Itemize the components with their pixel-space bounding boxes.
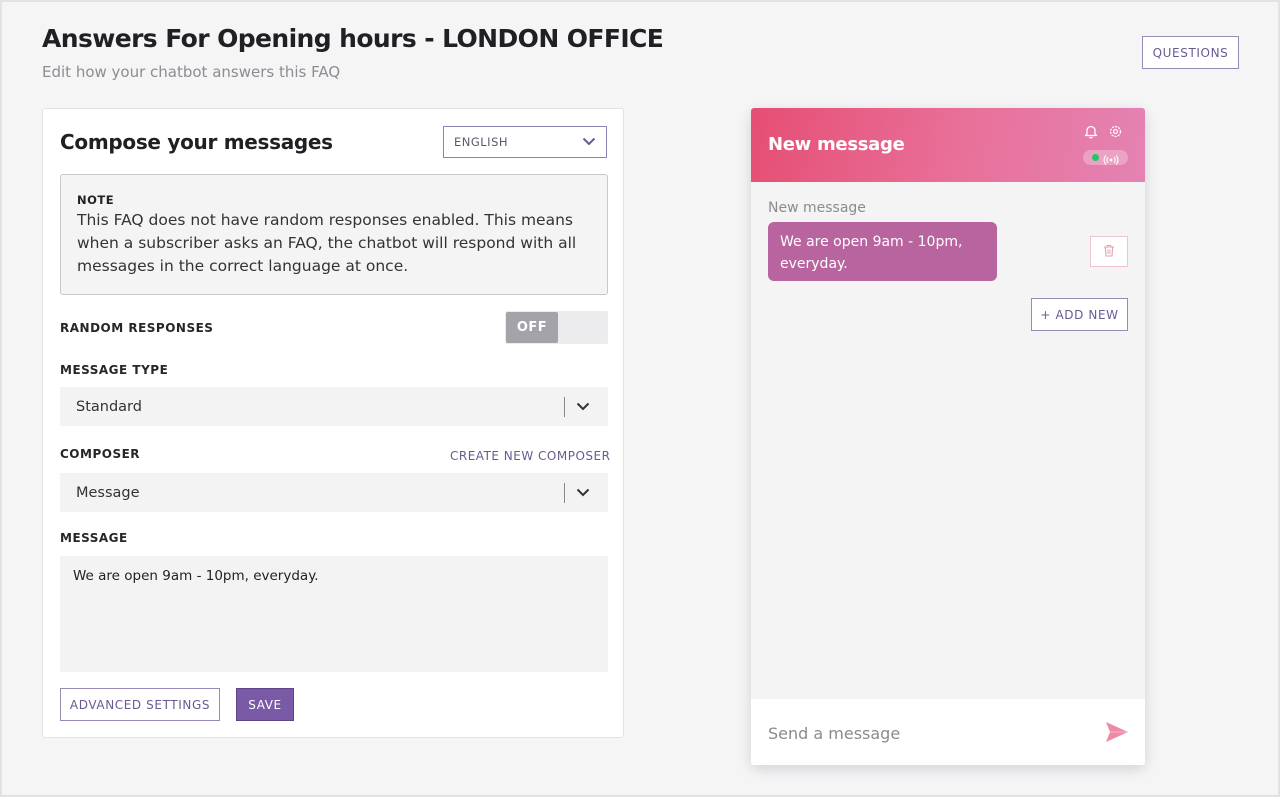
gear-icon[interactable] — [1108, 124, 1123, 143]
language-value: ENGLISH — [454, 135, 509, 149]
language-select[interactable]: ENGLISH — [443, 126, 607, 158]
delete-message-button[interactable] — [1090, 236, 1128, 267]
message-type-select[interactable]: Standard — [60, 387, 608, 426]
note-text: This FAQ does not have random responses … — [77, 211, 577, 275]
create-new-composer-link[interactable]: CREATE NEW COMPOSER — [450, 449, 610, 463]
page-title: Answers For Opening hours - LONDON OFFIC… — [42, 24, 664, 53]
chevron-down-icon — [582, 135, 596, 149]
random-responses-toggle[interactable]: OFF — [505, 311, 608, 344]
message-type-value: Standard — [76, 398, 142, 415]
chevron-down-icon — [576, 399, 590, 415]
bell-icon[interactable] — [1084, 124, 1098, 143]
questions-button[interactable]: QUESTIONS — [1142, 36, 1239, 69]
toggle-state: OFF — [506, 312, 558, 343]
page-subtitle: Edit how your chatbot answers this FAQ — [42, 63, 341, 81]
note-box: NOTE This FAQ does not have random respo… — [60, 174, 608, 295]
broadcast-icon — [1103, 151, 1119, 170]
trash-icon — [1103, 244, 1115, 260]
advanced-settings-button[interactable]: ADVANCED SETTINGS — [60, 688, 220, 721]
chat-message-label: New message — [768, 200, 866, 216]
online-status-dot — [1092, 154, 1099, 161]
note-label: NOTE — [77, 193, 115, 207]
compose-title: Compose your messages — [60, 130, 333, 154]
message-type-label: MESSAGE TYPE — [60, 363, 169, 377]
chat-header: New message — [751, 108, 1145, 182]
status-pill — [1083, 150, 1128, 165]
message-textarea[interactable]: We are open 9am - 10pm, everyday. — [60, 556, 608, 672]
select-divider — [564, 483, 565, 503]
add-new-button[interactable]: + ADD NEW — [1031, 298, 1128, 331]
send-icon[interactable] — [1105, 721, 1129, 747]
save-button[interactable]: SAVE — [236, 688, 294, 721]
message-label: MESSAGE — [60, 531, 128, 545]
select-divider — [564, 397, 565, 417]
random-responses-label: RANDOM RESPONSES — [60, 321, 214, 335]
composer-select[interactable]: Message — [60, 473, 608, 512]
message-bubble[interactable]: We are open 9am - 10pm, everyday. — [768, 222, 997, 281]
chevron-down-icon — [576, 485, 590, 501]
composer-label: COMPOSER — [60, 447, 141, 461]
chat-footer — [751, 699, 1145, 765]
chat-message-input[interactable] — [768, 721, 1088, 745]
compose-card: Compose your messages ENGLISH NOTE This … — [42, 108, 624, 738]
chat-preview: New message New message We are open 9am … — [751, 108, 1145, 765]
composer-value: Message — [76, 484, 140, 501]
chat-title: New message — [768, 134, 905, 155]
